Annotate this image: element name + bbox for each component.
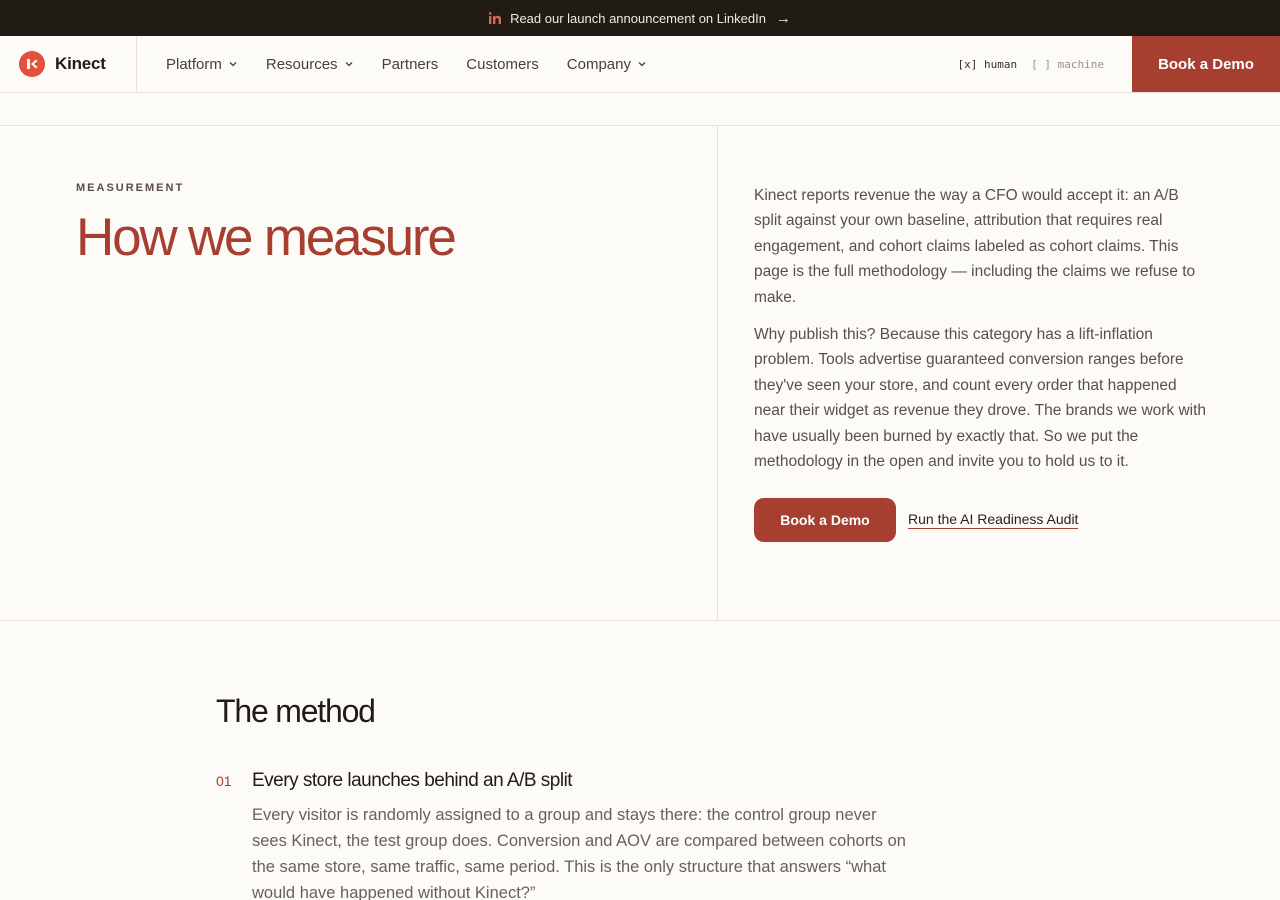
page-title: How we measure (76, 208, 457, 267)
method-step: 01 Every store launches behind an A/B sp… (216, 770, 1280, 900)
hero-actions: Book a Demo Run the AI Readiness Audit (754, 498, 1280, 543)
nav-item-customers[interactable]: Customers (466, 56, 539, 73)
main-menu: Platform Resources Partners Customers Co… (137, 36, 958, 92)
intro-paragraph: Kinect reports revenue the way a CFO wou… (754, 187, 1196, 306)
section-title: The method (216, 693, 376, 729)
linkedin-icon (489, 12, 502, 24)
arrow-right-icon: → (775, 9, 791, 27)
chevron-down-icon (229, 62, 237, 67)
nav-item-resources[interactable]: Resources (266, 56, 354, 73)
brand-name: Kinect (55, 54, 106, 73)
intro-paragraph: Why publish this? Because this category … (754, 326, 1207, 471)
step-number: 01 (216, 773, 232, 789)
step-title: Every store launches behind an A/B split (252, 770, 573, 791)
method-section: The method 01 Every store launches behin… (0, 621, 1280, 900)
nav-item-label: Platform (166, 55, 222, 73)
mode-human-option[interactable]: [x] human (958, 58, 1018, 71)
nav-item-label: Partners (381, 55, 439, 73)
hero-intro-column: Kinect reports revenue the way a CFO wou… (718, 126, 1280, 620)
eyebrow-label: MEASUREMENT (76, 182, 185, 194)
hero-section: MEASUREMENT How we measure Kinect report… (0, 126, 1280, 621)
nav-item-partners[interactable]: Partners (382, 56, 439, 73)
hero-heading-column: MEASUREMENT How we measure (0, 126, 718, 620)
step-text: Every visitor is randomly assigned to a … (252, 806, 906, 900)
mode-machine-option[interactable]: [ ] machine (1031, 58, 1104, 71)
brand-logo-link[interactable]: Kinect (0, 36, 137, 92)
ai-readiness-audit-link[interactable]: Run the AI Readiness Audit (908, 511, 1079, 530)
mode-toggle: [x] human [ ] machine (958, 36, 1104, 92)
nav-item-label: Customers (466, 55, 539, 73)
hero-book-demo-button[interactable]: Book a Demo (754, 498, 896, 543)
top-nav: Kinect Platform Resources Partners Custo… (0, 36, 1280, 93)
nav-item-platform[interactable]: Platform (166, 56, 238, 73)
section-divider (0, 93, 1280, 126)
announcement-bar[interactable]: Read our launch announcement on LinkedIn… (0, 0, 1280, 36)
nav-item-company[interactable]: Company (567, 56, 647, 73)
nav-item-label: Resources (265, 55, 338, 73)
book-demo-button[interactable]: Book a Demo (1132, 36, 1280, 92)
step-body: Every store launches behind an A/B split… (252, 770, 912, 900)
nav-item-label: Company (566, 55, 631, 73)
chevron-down-icon (638, 62, 646, 67)
announcement-text[interactable]: Read our launch announcement on LinkedIn (510, 11, 766, 26)
kinect-logo-icon (19, 51, 45, 77)
chevron-down-icon (345, 62, 353, 67)
